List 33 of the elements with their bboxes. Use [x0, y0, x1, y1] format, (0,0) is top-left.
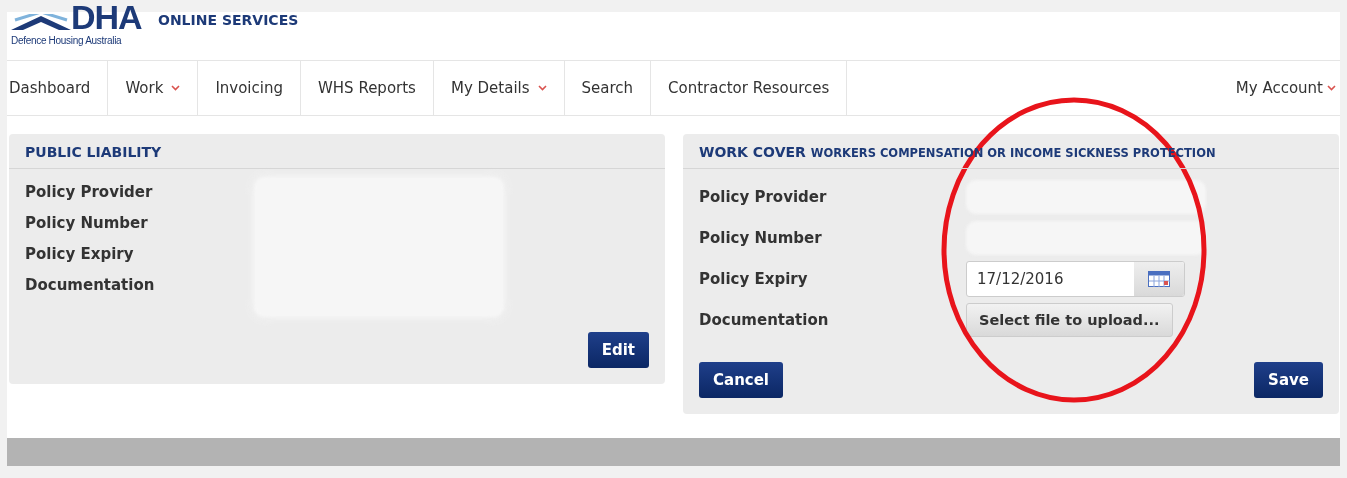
field-label: Documentation	[25, 276, 155, 294]
nav-item[interactable]: My Details	[433, 61, 565, 115]
panel-title: PUBLIC LIABILITY	[25, 144, 162, 160]
field-label: Policy Provider	[699, 187, 828, 206]
redacted-field[interactable]	[966, 220, 1206, 255]
nav-item[interactable]: Work	[108, 61, 199, 115]
caret-icon	[171, 85, 181, 91]
edit-button[interactable]: Edit	[587, 332, 649, 368]
field-label: Policy Expiry	[699, 269, 809, 288]
cancel-button[interactable]: Cancel	[699, 362, 783, 398]
field-label: Policy Provider	[25, 183, 154, 201]
field-label: Documentation	[699, 310, 830, 329]
field-label: Policy Number	[699, 228, 823, 247]
nav-item[interactable]: Contractor Resources	[651, 61, 848, 115]
field-label: Policy Expiry	[25, 245, 135, 263]
save-button[interactable]: Save	[1254, 362, 1323, 398]
roof-logo-icon	[11, 14, 71, 32]
panel-title: WORK COVER	[699, 144, 806, 160]
file-upload-button[interactable]: Select file to upload...	[966, 302, 1173, 337]
calendar-icon	[1148, 270, 1170, 287]
caret-icon	[1327, 85, 1336, 91]
redacted-field[interactable]	[966, 179, 1206, 214]
nav-item[interactable]: Dashboard	[7, 61, 109, 115]
nav-item[interactable]: Search	[564, 61, 652, 115]
field-label: Policy Number	[25, 214, 149, 232]
nav-item[interactable]: Invoicing	[198, 61, 301, 115]
date-field[interactable]: 17/12/2016	[966, 260, 1185, 297]
caret-icon	[537, 85, 547, 91]
logo-subtitle: Defence Housing Australia	[11, 35, 122, 46]
account-menu[interactable]: My Account	[1218, 61, 1340, 115]
logo-mark: DHA	[71, 0, 142, 36]
site-title: ONLINE SERVICES	[158, 12, 299, 28]
nav-item[interactable]: WHS Reports	[301, 61, 434, 115]
